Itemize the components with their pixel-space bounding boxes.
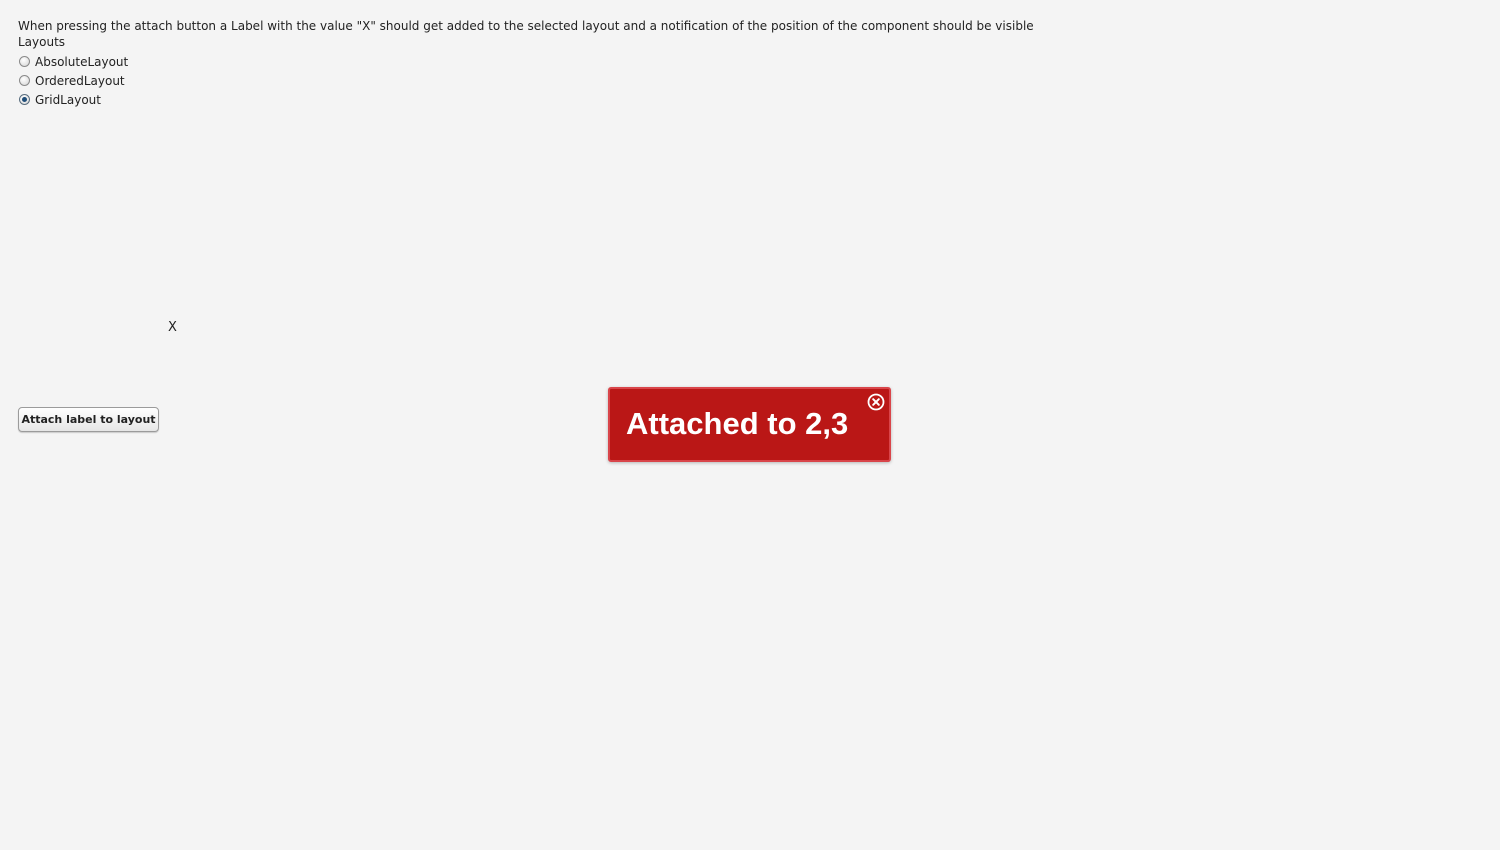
radio-absolutelayout[interactable] <box>19 56 30 67</box>
attached-label-x: X <box>168 320 177 335</box>
close-icon[interactable] <box>867 393 885 411</box>
option-gridlayout[interactable]: GridLayout <box>19 90 128 109</box>
option-label[interactable]: AbsoluteLayout <box>35 55 128 69</box>
option-absolutelayout[interactable]: AbsoluteLayout <box>19 52 128 71</box>
notification[interactable]: Attached to 2,3 <box>608 387 891 462</box>
test-application: When pressing the attach button a Label … <box>0 0 1500 850</box>
option-label[interactable]: OrderedLayout <box>35 74 125 88</box>
radio-orderedlayout[interactable] <box>19 75 30 86</box>
option-orderedlayout[interactable]: OrderedLayout <box>19 71 128 90</box>
test-description: When pressing the attach button a Label … <box>18 19 1034 33</box>
layouts-caption: Layouts <box>18 35 66 49</box>
attach-label-button[interactable]: Attach label to layout <box>18 407 159 432</box>
notification-message: Attached to 2,3 <box>626 406 849 441</box>
layouts-option-group: AbsoluteLayout OrderedLayout GridLayout <box>19 52 128 109</box>
option-label[interactable]: GridLayout <box>35 93 101 107</box>
radio-gridlayout[interactable] <box>19 94 30 105</box>
